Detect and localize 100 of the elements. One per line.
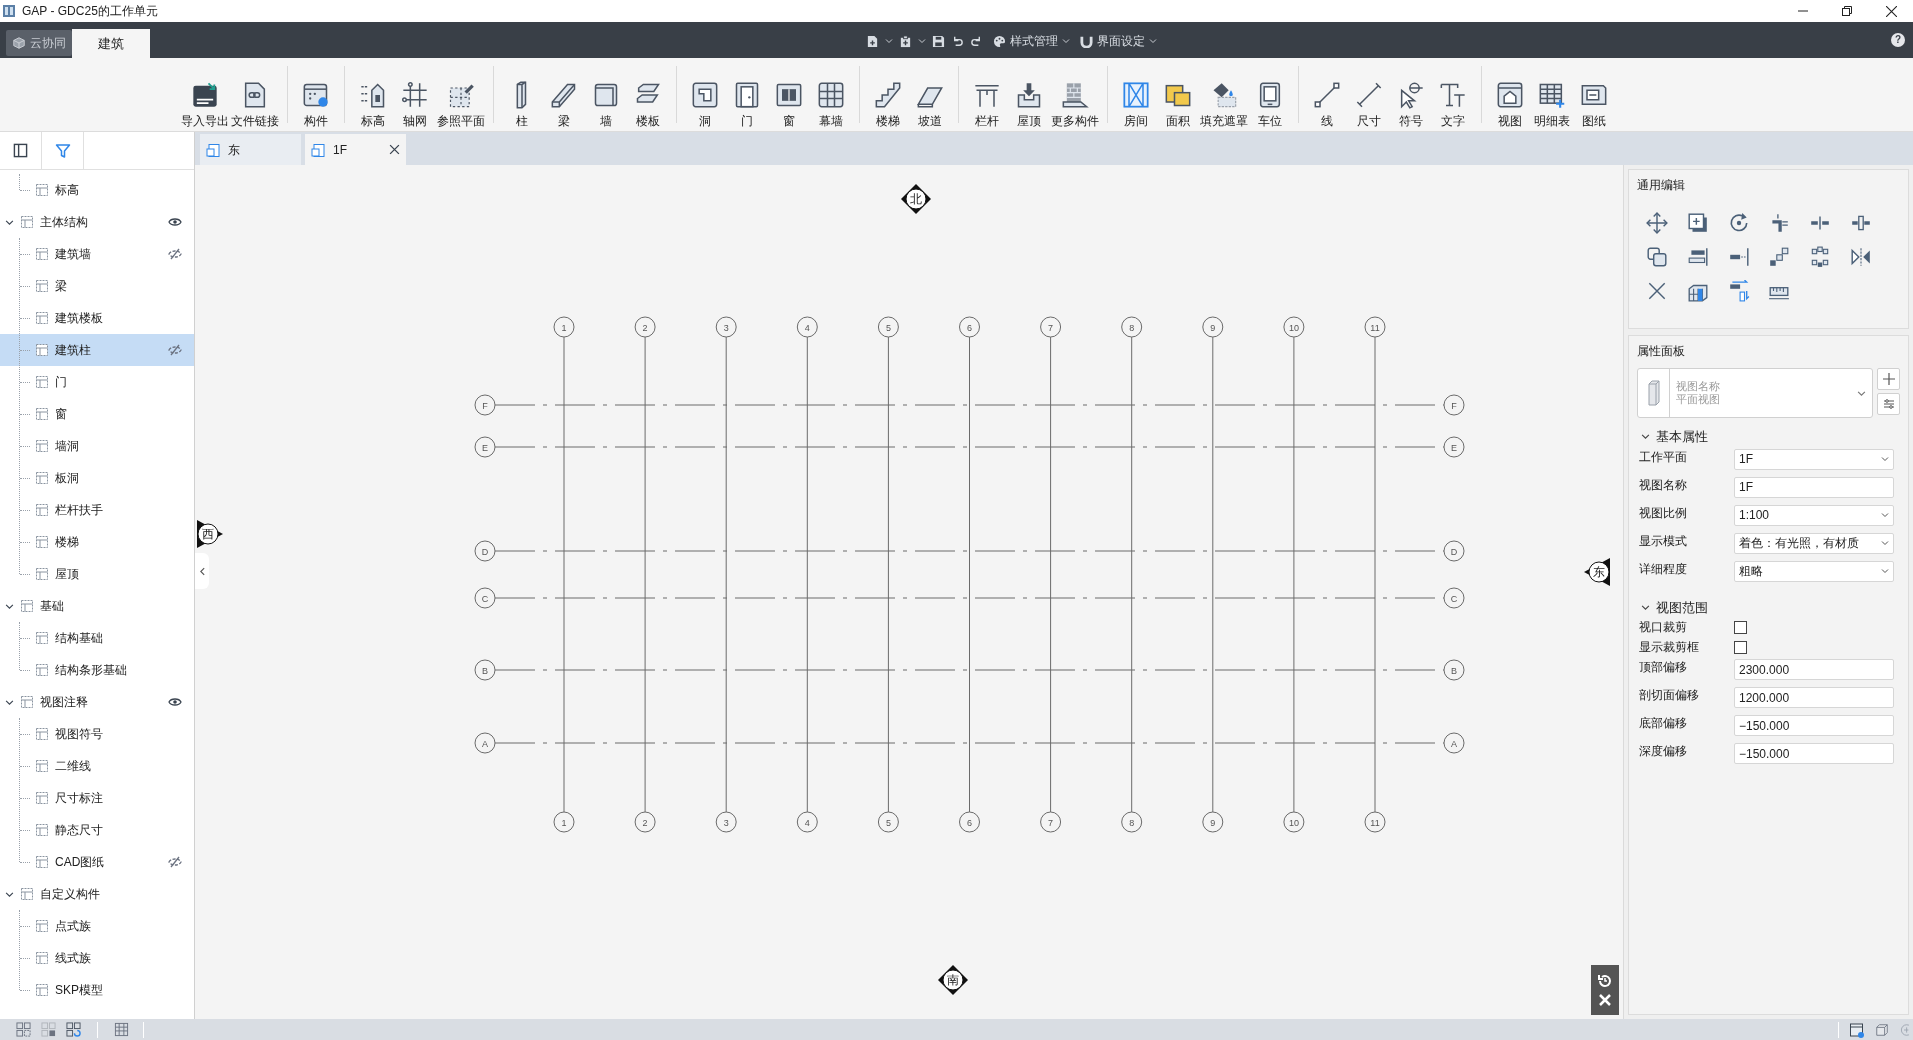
ribbon-button[interactable]: 幕墙 <box>810 58 852 131</box>
tree-item[interactable]: 门 <box>0 366 194 398</box>
grid-view-icon[interactable] <box>41 1022 56 1037</box>
dropdown[interactable]: 粗略 <box>1734 560 1894 582</box>
document-tab[interactable]: 1F <box>305 134 406 165</box>
ribbon-button[interactable]: 文字 <box>1432 58 1474 131</box>
view-settings-icon[interactable] <box>1849 1021 1865 1038</box>
dropdown[interactable]: 1F <box>1734 448 1894 470</box>
swap-icon[interactable] <box>1727 280 1750 302</box>
ribbon-button[interactable]: 标高 <box>352 58 394 131</box>
ribbon-button[interactable]: 面积 <box>1157 58 1199 131</box>
input-field[interactable]: 2300.000 <box>1734 659 1894 680</box>
input-field[interactable]: 1200.000 <box>1734 687 1894 708</box>
ribbon-button[interactable]: 坡道 <box>909 58 951 131</box>
tab[interactable]: 建筑 <box>72 29 150 58</box>
ribbon-button[interactable]: 门 <box>726 58 768 131</box>
ribbon-button[interactable]: 梁 <box>543 58 585 131</box>
ribbon-button[interactable]: 尺寸 <box>1348 58 1390 131</box>
ribbon-button[interactable]: 墙 <box>585 58 627 131</box>
ribbon-button[interactable]: 栏杆 <box>966 58 1008 131</box>
tree-item[interactable]: 二维线 <box>0 750 194 782</box>
tree-item[interactable]: 窗 <box>0 398 194 430</box>
grid-view-icon[interactable] <box>16 1022 31 1037</box>
chevron-down-icon[interactable] <box>5 697 14 707</box>
chevron-down-icon[interactable] <box>5 601 14 611</box>
tree-item[interactable]: CAD图纸 <box>0 846 194 878</box>
new-file-icon[interactable] <box>866 34 879 48</box>
ribbon-button[interactable]: 窗 <box>768 58 810 131</box>
ribbon-button[interactable]: 楼板 <box>627 58 669 131</box>
document-tab[interactable]: 东 <box>200 134 301 165</box>
array-icon[interactable] <box>1768 246 1791 268</box>
grid-undo-icon[interactable] <box>66 1022 81 1037</box>
caret-icon[interactable] <box>918 37 926 45</box>
tab[interactable]: 云协同 <box>6 30 72 56</box>
checkbox[interactable] <box>1734 641 1747 654</box>
table-icon[interactable] <box>114 1022 129 1037</box>
tree-item[interactable]: 基础 <box>0 590 194 622</box>
dropdown[interactable]: 1:100 <box>1734 504 1894 526</box>
eye-icon[interactable] <box>168 695 182 709</box>
tree-item[interactable]: 建筑柱 <box>0 334 194 366</box>
chevron-down-icon[interactable] <box>5 889 14 899</box>
ribbon-button[interactable]: 屋顶 <box>1008 58 1050 131</box>
save-icon[interactable] <box>932 34 945 48</box>
tree-item[interactable]: 自定义构件 <box>0 878 194 910</box>
history-icon[interactable] <box>1597 973 1613 989</box>
eye-slash-icon[interactable] <box>168 247 182 261</box>
eye-icon[interactable] <box>168 215 182 229</box>
section-header[interactable]: 视图范围 <box>1641 597 1900 617</box>
clipboard-icon[interactable] <box>899 34 912 48</box>
help-button[interactable]: ? <box>1891 33 1905 47</box>
ribbon-button[interactable]: 楼梯 <box>867 58 909 131</box>
ribbon-button[interactable]: 填充遮罩 <box>1199 58 1249 131</box>
tree-item[interactable]: 墙洞 <box>0 430 194 462</box>
tree-item[interactable]: 建筑楼板 <box>0 302 194 334</box>
cube-icon[interactable] <box>1875 1022 1889 1037</box>
tree-item[interactable]: 视图符号 <box>0 718 194 750</box>
ribbon-button[interactable]: 文件链接 <box>230 58 280 131</box>
add-button[interactable] <box>1877 368 1900 390</box>
tree-item[interactable]: 梁 <box>0 270 194 302</box>
settings-button[interactable] <box>1877 393 1900 415</box>
circular-array-icon[interactable] <box>1809 246 1831 268</box>
ribbon-button[interactable]: 明细表 <box>1531 58 1573 131</box>
tree-item[interactable]: 屋顶 <box>0 558 194 590</box>
offset-icon[interactable] <box>1646 246 1669 268</box>
chevron-down-icon[interactable] <box>5 217 14 227</box>
tree-item[interactable]: 栏杆扶手 <box>0 494 194 526</box>
tree-item[interactable]: 主体结构 <box>0 206 194 238</box>
ribbon-button[interactable]: 洞 <box>684 58 726 131</box>
input-field[interactable]: −150.000 <box>1734 743 1894 764</box>
tree-item[interactable]: 点式族 <box>0 910 194 942</box>
close-icon[interactable] <box>389 144 400 155</box>
ribbon-button[interactable]: 导入导出 <box>180 58 230 131</box>
checkbox[interactable] <box>1734 621 1747 634</box>
input-field[interactable]: 1F <box>1734 476 1894 498</box>
ribbon-button[interactable]: 车位 <box>1249 58 1291 131</box>
tree-item[interactable]: 建筑墙 <box>0 238 194 270</box>
section-header[interactable]: 基本属性 <box>1641 427 1900 447</box>
ribbon-button[interactable]: 房间 <box>1115 58 1157 131</box>
align-right-icon[interactable] <box>1687 246 1709 268</box>
eye-slash-icon[interactable] <box>168 855 182 869</box>
menu-button[interactable]: 界面设定 <box>1080 32 1157 50</box>
extend-icon[interactable] <box>1727 246 1750 268</box>
collapse-handle[interactable] <box>195 553 209 589</box>
tree-item[interactable]: 线式族 <box>0 942 194 974</box>
ribbon-button[interactable]: 柱 <box>501 58 543 131</box>
tree-item[interactable]: SKP模型 <box>0 974 194 1006</box>
undo-icon[interactable] <box>951 34 964 48</box>
move-icon[interactable] <box>1646 212 1669 234</box>
tree-item[interactable]: 标高 <box>0 174 194 206</box>
ribbon-button[interactable]: 构件 <box>295 58 337 131</box>
ribbon-button[interactable]: 更多构件 <box>1050 58 1100 131</box>
dropdown[interactable]: 着色：有光照，有材质 <box>1734 532 1894 554</box>
caret-icon[interactable] <box>885 37 893 45</box>
copy-icon[interactable] <box>1687 212 1709 234</box>
mirror-icon[interactable] <box>1849 246 1872 268</box>
tree-item[interactable]: 楼梯 <box>0 526 194 558</box>
redo-icon[interactable] <box>970 34 983 48</box>
tree-item[interactable]: 结构条形基础 <box>0 654 194 686</box>
tree-item[interactable]: 视图注释 <box>0 686 194 718</box>
ribbon-button[interactable]: 图纸 <box>1573 58 1615 131</box>
